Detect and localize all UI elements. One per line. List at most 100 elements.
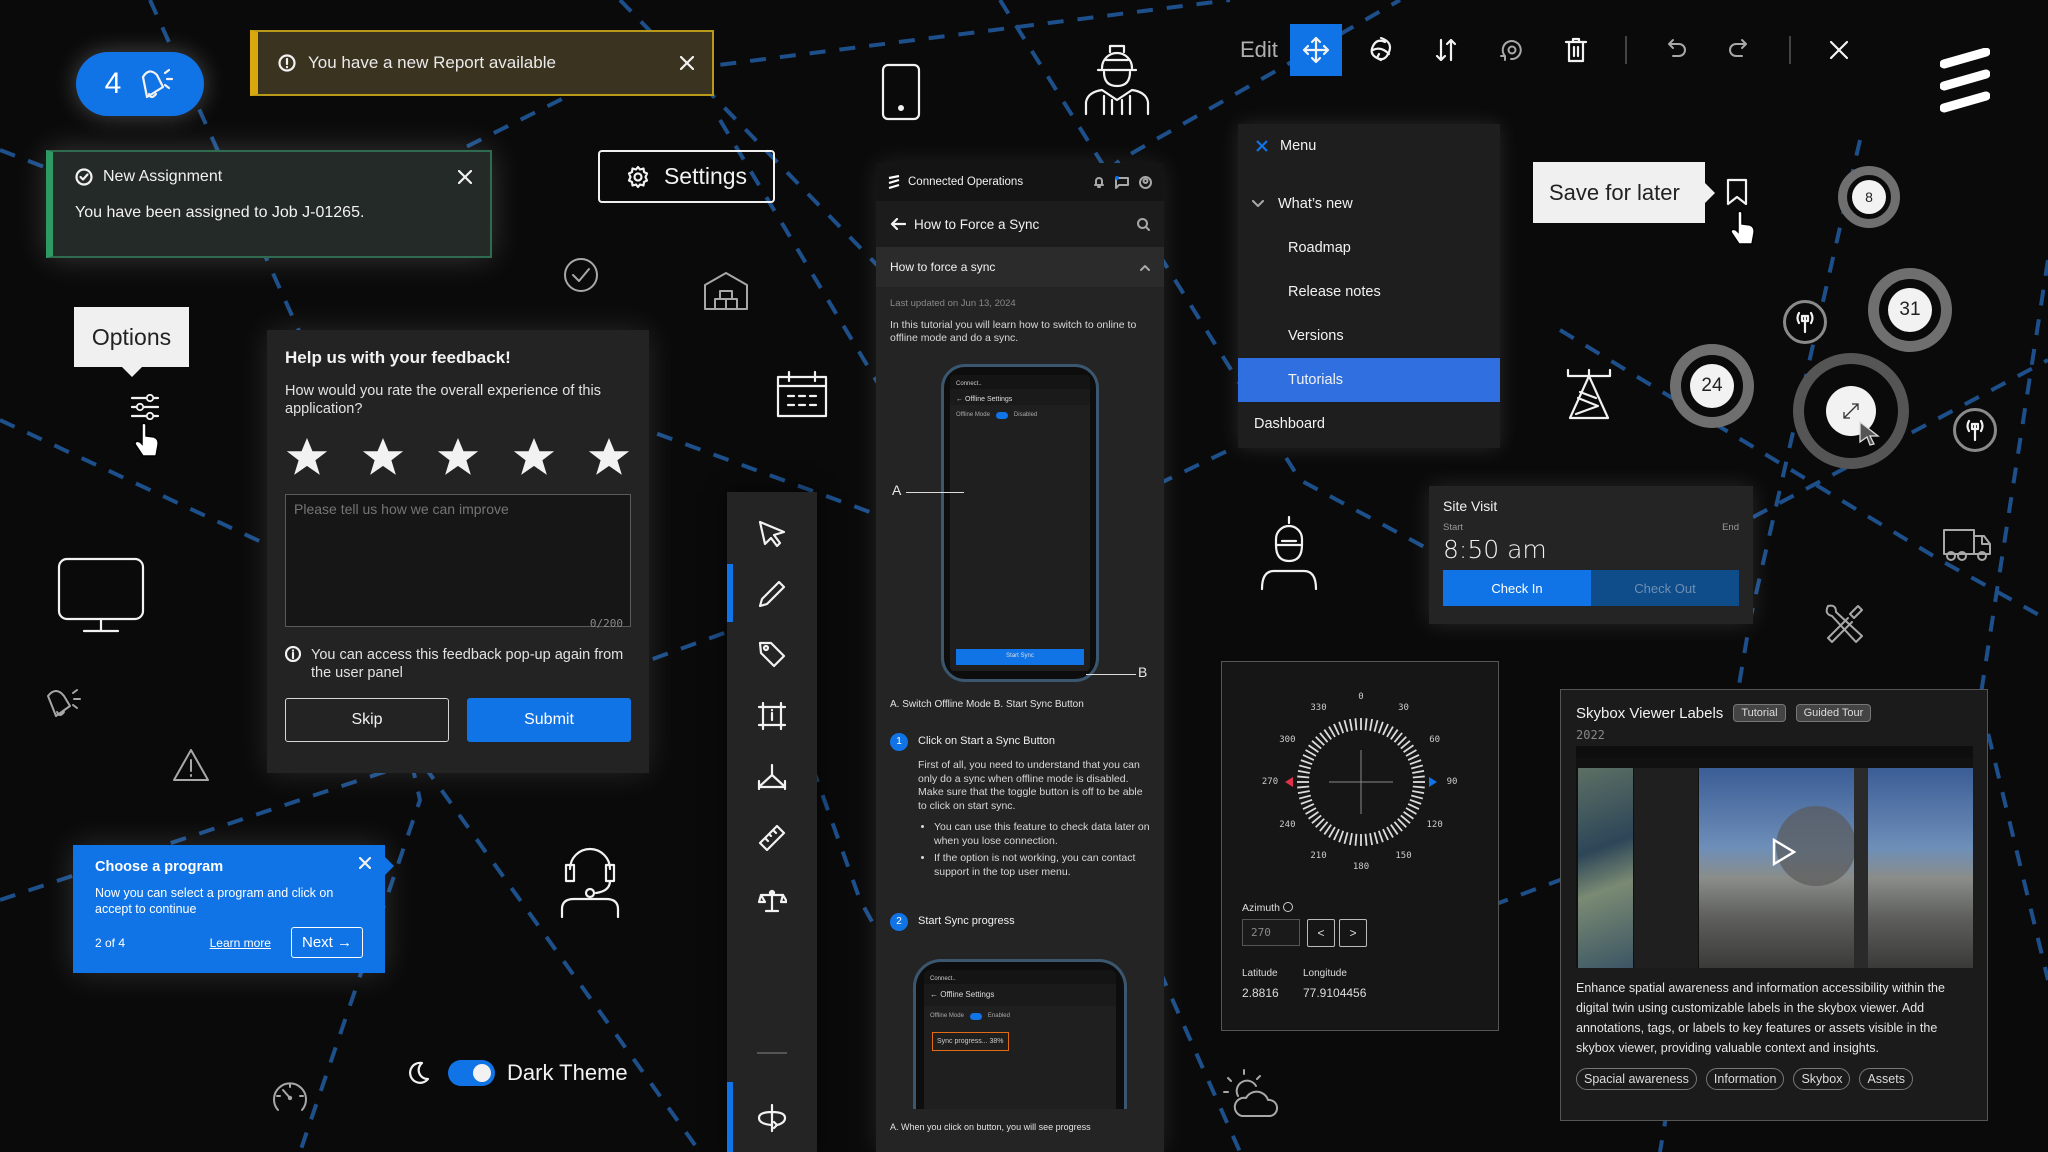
site-antenna-marker[interactable] (1783, 300, 1827, 344)
back-arrow-icon[interactable] (890, 218, 906, 230)
compass-tick (1407, 803, 1420, 810)
latitude-label: Latitude (1242, 968, 1278, 979)
map-cluster-expand[interactable] (1793, 353, 1909, 469)
check-circle-icon (562, 256, 600, 294)
tag-chip[interactable]: Skybox (1793, 1068, 1851, 1090)
info-frame-icon[interactable] (727, 686, 817, 746)
undo-icon[interactable] (1649, 24, 1701, 76)
edit-label: Edit (1240, 37, 1278, 62)
chat-icon[interactable] (1115, 175, 1129, 189)
accordion-header[interactable]: How to force a sync (876, 247, 1164, 287)
compass-tick (1364, 833, 1368, 846)
compass-label: 60 (1429, 734, 1441, 745)
compass-tick (1297, 775, 1310, 779)
search-icon[interactable] (1137, 217, 1150, 231)
redo-icon[interactable] (1714, 24, 1766, 76)
close-icon[interactable] (1256, 140, 1268, 152)
close-icon[interactable] (458, 170, 472, 184)
star-icon[interactable] (513, 438, 554, 476)
star-icon[interactable] (589, 438, 629, 476)
user-icon[interactable] (1139, 175, 1152, 189)
dark-theme-toggle[interactable] (448, 1060, 495, 1086)
azimuth-label-row: Azimuth (1242, 902, 1293, 914)
step-bullet: You can use this feature to check data l… (934, 821, 1150, 848)
star-icon[interactable] (362, 438, 403, 476)
azimuth-input[interactable]: 270 (1242, 919, 1300, 946)
compass-tick (1354, 718, 1358, 731)
rotate-axis-icon[interactable] (727, 1088, 817, 1148)
next-button[interactable]: Next → (290, 927, 363, 958)
notification-badge[interactable]: 4 (76, 52, 204, 116)
step-number: 2 (890, 913, 908, 931)
map-cluster[interactable]: 31 (1868, 268, 1952, 352)
submit-button[interactable]: Submit (467, 698, 631, 742)
sliders-icon[interactable] (130, 394, 160, 420)
pencil-icon[interactable] (727, 564, 817, 624)
character-count: 0/200 (589, 617, 623, 630)
ruler-icon[interactable] (727, 808, 817, 868)
tag-chip[interactable]: Assets (1859, 1068, 1913, 1090)
card-description: Enhance spatial awareness and informatio… (1576, 981, 1945, 1055)
notification-bell-icon[interactable] (1093, 176, 1105, 189)
longitude-label: Longitude (1303, 968, 1347, 979)
compass-tick (1386, 726, 1394, 738)
step-bullet: If the option is not working, you can co… (934, 852, 1150, 879)
compass-tick (1390, 729, 1399, 740)
star-icon[interactable] (287, 438, 327, 476)
compass-tick (1364, 718, 1368, 731)
warning-triangle-icon (172, 748, 210, 782)
latitude-value: 2.8816 (1242, 986, 1279, 1000)
star-icon[interactable] (438, 438, 478, 476)
opposite-marker[interactable] (1429, 777, 1437, 787)
select-pointer-icon[interactable] (727, 504, 817, 564)
settings-button[interactable]: Settings (598, 150, 775, 203)
compass-label: 330 (1310, 703, 1327, 714)
azimuth-marker[interactable] (1285, 777, 1293, 787)
feedback-textarea[interactable] (285, 494, 631, 627)
compass-tick (1333, 828, 1340, 841)
check-in-button[interactable]: Check In (1443, 570, 1591, 606)
trash-icon[interactable] (1550, 24, 1602, 76)
reset-rotation-icon[interactable] (1485, 24, 1537, 76)
compass-tick (1323, 824, 1332, 835)
menu-item-roadmap[interactable]: Roadmap (1238, 226, 1500, 270)
learn-more-link[interactable]: Learn more (210, 936, 271, 950)
close-icon[interactable] (359, 857, 371, 869)
menu-item-dashboard[interactable]: Dashboard (1238, 402, 1500, 446)
compass-tick (1373, 831, 1379, 845)
swap-vertical-icon[interactable] (1420, 24, 1472, 76)
rail-divider (757, 1052, 787, 1054)
rotate-3d-icon[interactable] (1355, 24, 1407, 76)
mini-toggle (969, 1013, 982, 1021)
play-icon[interactable] (1772, 838, 1796, 866)
move-icon[interactable] (1289, 24, 1342, 76)
close-icon[interactable] (680, 56, 694, 70)
menu-item-tutorials[interactable]: Tutorials (1238, 358, 1500, 402)
azimuth-widget: 0 30 60 90 120 150 180 210 240 270 300 330 Azimuth … (1221, 661, 1499, 1031)
menu-item-release-notes[interactable]: Release notes (1238, 270, 1500, 314)
compass-tick (1305, 749, 1317, 757)
menu-close[interactable]: Menu (1238, 124, 1500, 168)
close-icon[interactable] (1813, 24, 1865, 76)
tag-chip[interactable]: Information (1705, 1068, 1785, 1090)
tag-icon[interactable] (727, 624, 817, 684)
check-out-button[interactable]: Check Out (1591, 570, 1739, 606)
measure-angle-icon[interactable] (727, 746, 817, 806)
compass-tick (1377, 830, 1384, 843)
compass-tick (1373, 719, 1379, 733)
toolbar-divider (1624, 36, 1627, 64)
map-cluster[interactable]: 8 (1838, 166, 1900, 228)
menu-group-whats-new[interactable]: What’s new (1238, 182, 1500, 226)
menu-item-versions[interactable]: Versions (1238, 314, 1500, 358)
assignment-toast: New Assignment You have been assigned to… (46, 150, 492, 258)
site-antenna-marker[interactable] (1953, 408, 1997, 452)
tag-chip[interactable]: Spacial awareness (1576, 1068, 1697, 1090)
azimuth-next-button[interactable]: > (1339, 919, 1367, 947)
star-rating[interactable] (285, 438, 631, 476)
video-thumbnail[interactable] (1576, 746, 1973, 968)
skip-button[interactable]: Skip (285, 698, 449, 742)
scale-balance-icon[interactable] (727, 870, 817, 930)
bookmark-icon[interactable] (1726, 178, 1748, 206)
map-cluster[interactable]: 24 (1670, 344, 1754, 428)
azimuth-prev-button[interactable]: < (1307, 919, 1335, 947)
